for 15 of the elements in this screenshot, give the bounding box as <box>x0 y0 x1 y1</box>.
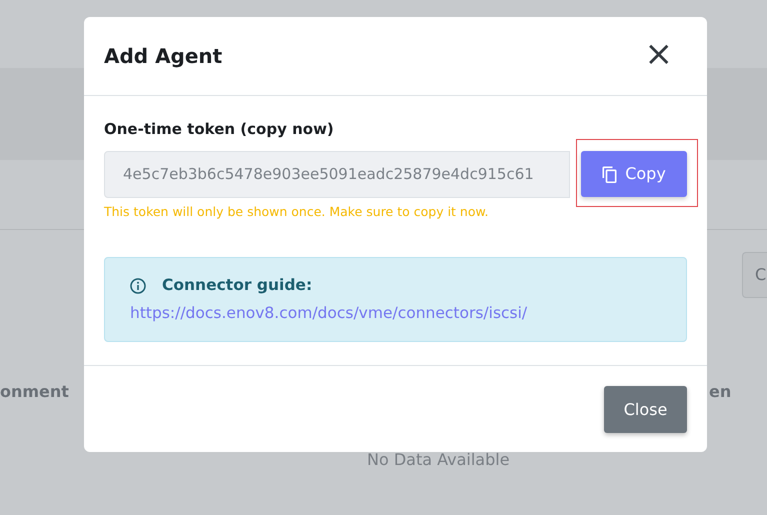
column-header: onment <box>0 381 69 403</box>
close-button[interactable]: × <box>630 37 687 75</box>
column-header: en <box>709 381 732 403</box>
background-button[interactable]: C <box>742 252 767 298</box>
empty-message: No Data Available <box>367 449 510 471</box>
field-label: One-time token (copy now) <box>104 119 335 140</box>
dialog-title: Add Agent <box>104 44 222 68</box>
token-field[interactable]: 4e5c7eb3b6c5478e903ee5091eadc25879e4dc915c61 <box>104 150 570 198</box>
warning-text: This token will only be shown once. Make sure to copy it now. <box>104 202 490 221</box>
info-icon <box>130 278 146 294</box>
guide-link[interactable]: https://docs.enov8.com/docs/vme/connectors/iscsi/ <box>130 302 528 325</box>
copy-icon <box>602 166 618 182</box>
copy-button[interactable]: Copy <box>581 151 687 197</box>
alert-title: Connector guide: <box>162 275 312 296</box>
close-button[interactable]: Close <box>604 386 687 433</box>
